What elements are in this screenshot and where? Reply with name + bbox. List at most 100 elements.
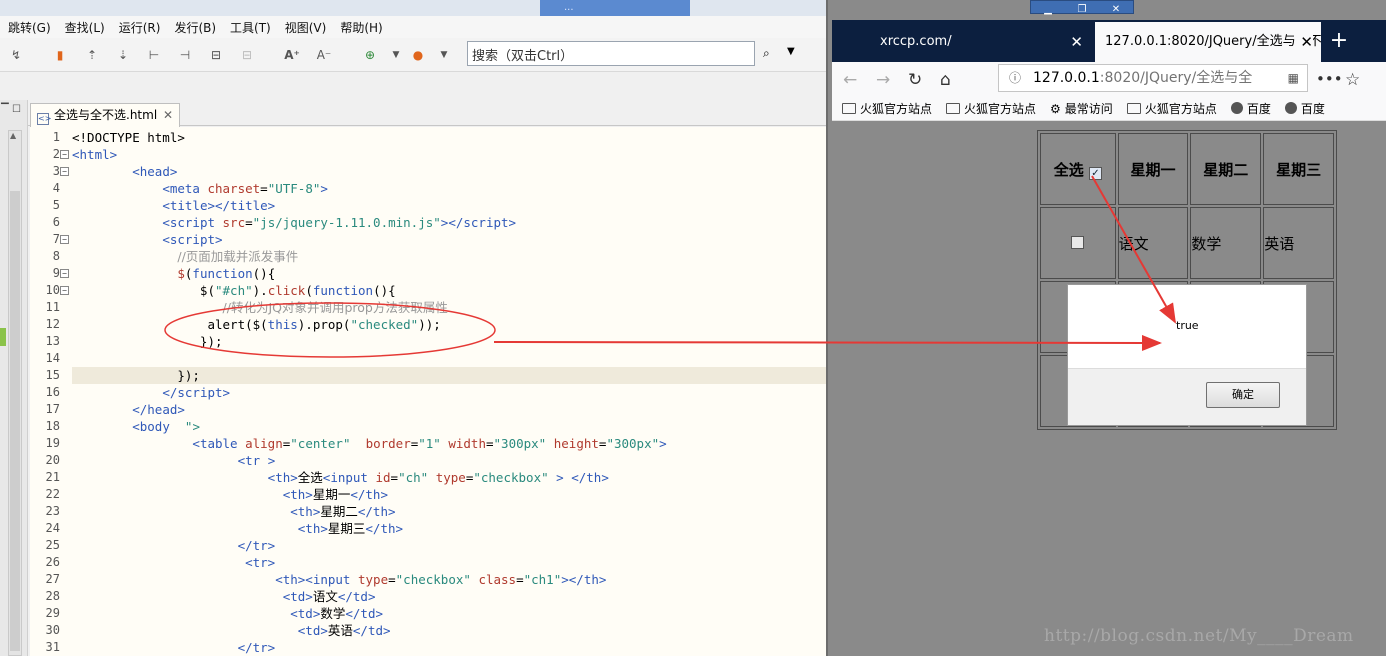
line-number: 28 xyxy=(45,589,60,603)
code-line[interactable]: alert($(this).prop("checked")); xyxy=(72,316,440,333)
url-bar[interactable]: ⓘ 127.0.0.1:8020/JQuery/全选与全 ▦ xyxy=(998,64,1308,92)
fold-toggle-icon[interactable]: − xyxy=(60,286,69,295)
font-larger-icon[interactable]: A⁺ xyxy=(284,47,300,63)
minimize-panel-icon[interactable]: ▔ xyxy=(1,104,9,115)
close-tab-icon[interactable]: ✕ xyxy=(1296,22,1313,62)
maximize-panel-icon[interactable]: ☐ xyxy=(12,104,21,115)
fold-toggle-icon[interactable]: − xyxy=(60,150,69,159)
menu-run[interactable]: 运行(R) xyxy=(119,19,161,36)
code-line[interactable]: <title></title> xyxy=(72,197,275,214)
close-tab-icon[interactable]: ✕ xyxy=(1070,22,1083,62)
format-icon[interactable]: ⊟ xyxy=(208,47,224,63)
scroll-up-icon[interactable]: ▲ xyxy=(10,131,16,140)
code-line[interactable]: }); xyxy=(72,367,200,384)
bookmark-item[interactable]: 火狐官方站点 xyxy=(946,100,1036,117)
prev-bookmark-icon[interactable]: ⇡ xyxy=(84,47,100,63)
search-dropdown-icon[interactable]: ▼ xyxy=(787,46,795,57)
maximize-icon[interactable]: ❐ xyxy=(1065,4,1099,16)
browser-dropdown-icon[interactable]: ▼ xyxy=(436,47,452,63)
browser-tab-xrccp[interactable]: xrccp.com/ ✕ xyxy=(870,22,1095,62)
code-line[interactable]: </tr> xyxy=(72,639,276,656)
code-line[interactable]: //转化为JQ对象并调用prop方法获取属性 xyxy=(72,299,448,316)
code-line[interactable]: </head> xyxy=(72,401,185,418)
bookmark-item[interactable]: 火狐官方站点 xyxy=(842,100,932,117)
next-bookmark-icon[interactable]: ⇣ xyxy=(115,47,131,63)
menu-tools[interactable]: 工具(T) xyxy=(230,19,271,36)
code-line[interactable]: <th>星期二</th> xyxy=(72,503,395,520)
firefox-preview-icon[interactable]: ● xyxy=(410,47,426,63)
fold-toggle-icon[interactable]: − xyxy=(60,269,69,278)
code-line[interactable]: <td>数学</td> xyxy=(72,605,383,622)
back-icon[interactable]: ← xyxy=(843,70,857,90)
bookmark-item[interactable]: 百度 xyxy=(1230,100,1271,117)
new-tab-button[interactable]: + xyxy=(1322,22,1356,62)
code-line[interactable]: <th>全选<input id="ch" type="checkbox" > <… xyxy=(72,469,609,486)
code-line[interactable]: <!DOCTYPE html> xyxy=(72,129,185,146)
forward-icon[interactable]: → xyxy=(876,70,890,90)
row-checkbox[interactable] xyxy=(1071,236,1085,249)
code-line[interactable]: <body "> xyxy=(72,418,200,435)
code-line[interactable]: <table align="center" border="1" width="… xyxy=(72,435,666,452)
fold-toggle-icon[interactable]: − xyxy=(60,235,69,244)
bookmark-item[interactable]: 百度 xyxy=(1284,100,1325,117)
code-line[interactable]: <th>星期三</th> xyxy=(72,520,403,537)
close-window-icon[interactable]: ✕ xyxy=(1099,4,1133,16)
code-line[interactable]: <tr > xyxy=(72,452,276,469)
line-number: 30 xyxy=(45,623,60,637)
code-line[interactable]: $("#ch").click(function(){ xyxy=(72,282,396,299)
reload-icon[interactable]: ↻ xyxy=(908,70,922,90)
run-icon[interactable]: ↯ xyxy=(8,47,24,63)
code-line[interactable]: <td>英语</td> xyxy=(72,622,391,639)
new-file-dropdown-icon[interactable]: ▼ xyxy=(388,47,404,63)
font-smaller-icon[interactable]: A⁻ xyxy=(316,47,332,63)
code-line[interactable]: $(function(){ xyxy=(72,265,275,282)
code-line[interactable]: <meta charset="UTF-8"> xyxy=(72,180,328,197)
line-number: 24 xyxy=(45,521,60,535)
menu-help[interactable]: 帮助(H) xyxy=(340,19,382,36)
code-line[interactable]: <script> xyxy=(72,231,222,248)
tab-editor-file[interactable]: <> 全选与全不选.html ✕ xyxy=(30,103,180,127)
code-line[interactable]: </script> xyxy=(72,384,230,401)
code-line[interactable]: //页面加载并派发事件 xyxy=(72,248,298,265)
menu-jump[interactable]: 跳转(G) xyxy=(8,19,51,36)
code-line[interactable]: <tr> xyxy=(72,554,275,571)
code-line[interactable]: <th><input type="checkbox" class="ch1"><… xyxy=(72,571,606,588)
alert-ok-button[interactable]: 确定 xyxy=(1206,382,1280,408)
search-icon[interactable]: ⌕ xyxy=(763,46,770,61)
code-line[interactable]: <td>语文</td> xyxy=(72,588,376,605)
bookmark-item[interactable]: ⚙ 最常访问 xyxy=(1050,100,1113,117)
code-line[interactable]: <html> xyxy=(72,146,117,163)
more-icon[interactable]: ••• xyxy=(1316,70,1343,88)
new-file-icon[interactable]: ⊕ xyxy=(362,47,378,63)
code-line[interactable]: <th>星期一</th> xyxy=(72,486,388,503)
code-line[interactable]: </tr> xyxy=(72,537,276,554)
fold-toggle-icon[interactable]: − xyxy=(60,167,69,176)
browser-tab-active[interactable]: 127.0.0.1:8020/JQuery/全选与全不 ✕ xyxy=(1095,22,1321,62)
line-number: 2 xyxy=(52,147,60,161)
indent-left-icon[interactable]: ⊢ xyxy=(146,47,162,63)
bookmark-item[interactable]: 火狐官方站点 xyxy=(1126,100,1217,117)
code-editor[interactable]: 1 <!DOCTYPE html> 2− <html> 3− <head> 4 <meta… xyxy=(30,127,830,656)
menu-publish[interactable]: 发行(B) xyxy=(174,19,216,36)
menu-find[interactable]: 查找(L) xyxy=(65,19,105,36)
code-line[interactable]: }); xyxy=(72,333,223,350)
menu-view[interactable]: 视图(V) xyxy=(285,19,327,36)
scroll-thumb[interactable] xyxy=(10,191,20,651)
code-line[interactable]: <head> xyxy=(72,163,177,180)
home-icon[interactable]: ⌂ xyxy=(940,70,951,90)
indent-right-icon[interactable]: ⊣ xyxy=(177,47,193,63)
disabled-format-icon: ⊟ xyxy=(241,48,253,62)
line-number: 11 xyxy=(45,300,60,314)
minimize-icon[interactable]: ▁ xyxy=(1031,4,1065,16)
left-scrollbar[interactable]: ▲ xyxy=(8,130,22,656)
star-icon[interactable]: ☆ xyxy=(1345,70,1360,90)
code-line[interactable]: <script src="js/jquery-1.11.0.min.js"></… xyxy=(72,214,516,231)
close-tab-icon[interactable]: ✕ xyxy=(163,104,173,126)
bookmark-icon[interactable]: ▮ xyxy=(52,47,68,63)
line-number: 22 xyxy=(45,487,60,501)
line-number: 5 xyxy=(52,198,60,212)
info-icon[interactable]: ⓘ xyxy=(1009,65,1021,91)
qr-code-icon[interactable]: ▦ xyxy=(1288,65,1299,91)
select-all-checkbox[interactable]: ✓ xyxy=(1088,166,1102,180)
ide-search-input[interactable]: 搜索（双击Ctrl） xyxy=(467,41,755,66)
